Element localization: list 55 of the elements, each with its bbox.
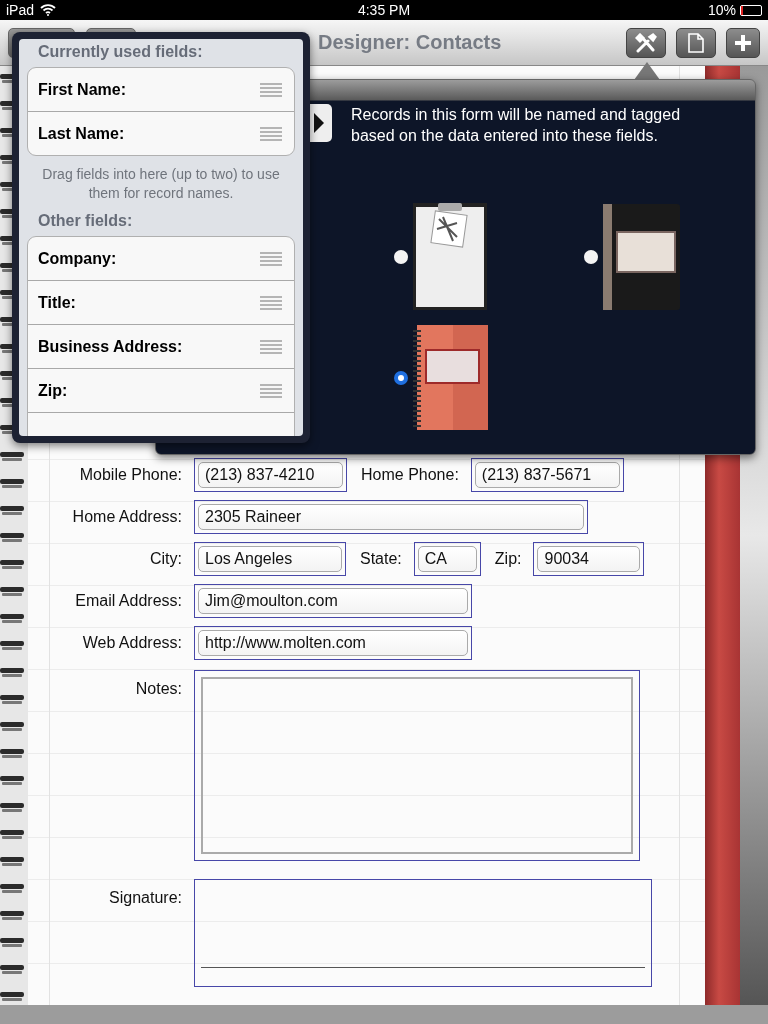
drag-handle-icon[interactable] <box>260 294 282 311</box>
tools-icon <box>635 32 657 53</box>
field-list-item[interactable]: Last Name: <box>28 112 294 155</box>
field-list-item[interactable]: Title: <box>28 281 294 325</box>
input-field[interactable]: (213) 837-5671 <box>470 458 624 492</box>
field-label: Home Address: <box>71 508 182 526</box>
drag-handle-icon[interactable] <box>260 81 282 98</box>
device-name: iPad <box>6 2 35 18</box>
chevron-icon <box>314 113 324 133</box>
input-field[interactable]: CA <box>413 542 481 576</box>
radio-button[interactable] <box>394 370 408 385</box>
field-list-item[interactable]: Zip: <box>28 369 294 413</box>
input-field[interactable]: (213) 837-4210 <box>194 458 347 492</box>
field-label: State: <box>360 550 402 568</box>
wifi-icon <box>40 4 57 16</box>
field-list-item[interactable]: Company: <box>28 237 294 281</box>
field-label: Notes: <box>134 679 182 698</box>
input-field[interactable]: 2305 Raineer <box>194 500 588 534</box>
signature-field[interactable] <box>194 879 652 987</box>
drag-handle-icon[interactable] <box>260 125 282 142</box>
tools-button[interactable] <box>626 27 666 58</box>
ledger-book-icon[interactable] <box>603 203 680 310</box>
info-message: Records in this form will be named and tagged based on the data entered into these fields. <box>351 105 682 146</box>
drag-handle-icon[interactable] <box>260 382 282 399</box>
field-list-item[interactable]: First Name: <box>28 68 294 112</box>
section-heading: Currently used fields: <box>37 43 204 61</box>
hint-text: Drag fields into here (up to two) to use them for record names. <box>41 165 281 203</box>
radio-button[interactable] <box>584 249 598 264</box>
spiral-notebook-icon[interactable] <box>413 325 488 430</box>
plus-icon <box>734 33 752 52</box>
section-heading: Other fields: <box>37 212 134 230</box>
drag-handle-icon[interactable] <box>260 338 282 355</box>
input-field[interactable]: Los Angeles <box>194 542 346 576</box>
field-label: Mobile Phone: <box>78 466 182 484</box>
clipboard-icon[interactable] <box>413 203 487 310</box>
battery-icon <box>740 4 762 16</box>
field-label: City: <box>149 550 182 568</box>
document-icon <box>688 32 704 53</box>
input-field[interactable]: 90034 <box>533 542 645 576</box>
input-field[interactable]: Jim@moulton.com <box>194 584 472 618</box>
field-label: Email Address: <box>74 592 182 610</box>
add-button[interactable] <box>726 27 760 58</box>
battery-percent: 10% <box>707 2 736 18</box>
field-list-item[interactable]: Business Address: <box>28 325 294 369</box>
field-label: Web Address: <box>81 634 182 652</box>
drag-handle-icon[interactable] <box>260 250 282 267</box>
window-title: Designer: Contacts <box>318 31 502 54</box>
input-field[interactable]: http://www.molten.com <box>194 626 472 660</box>
field-label: Home Phone: <box>361 466 459 484</box>
field-label: Zip: <box>494 550 522 568</box>
notes-field[interactable] <box>194 670 640 861</box>
clock: 4:35 PM <box>356 2 412 18</box>
radio-button[interactable] <box>394 249 408 264</box>
field-label: Signature: <box>108 888 182 907</box>
document-button[interactable] <box>676 27 716 58</box>
